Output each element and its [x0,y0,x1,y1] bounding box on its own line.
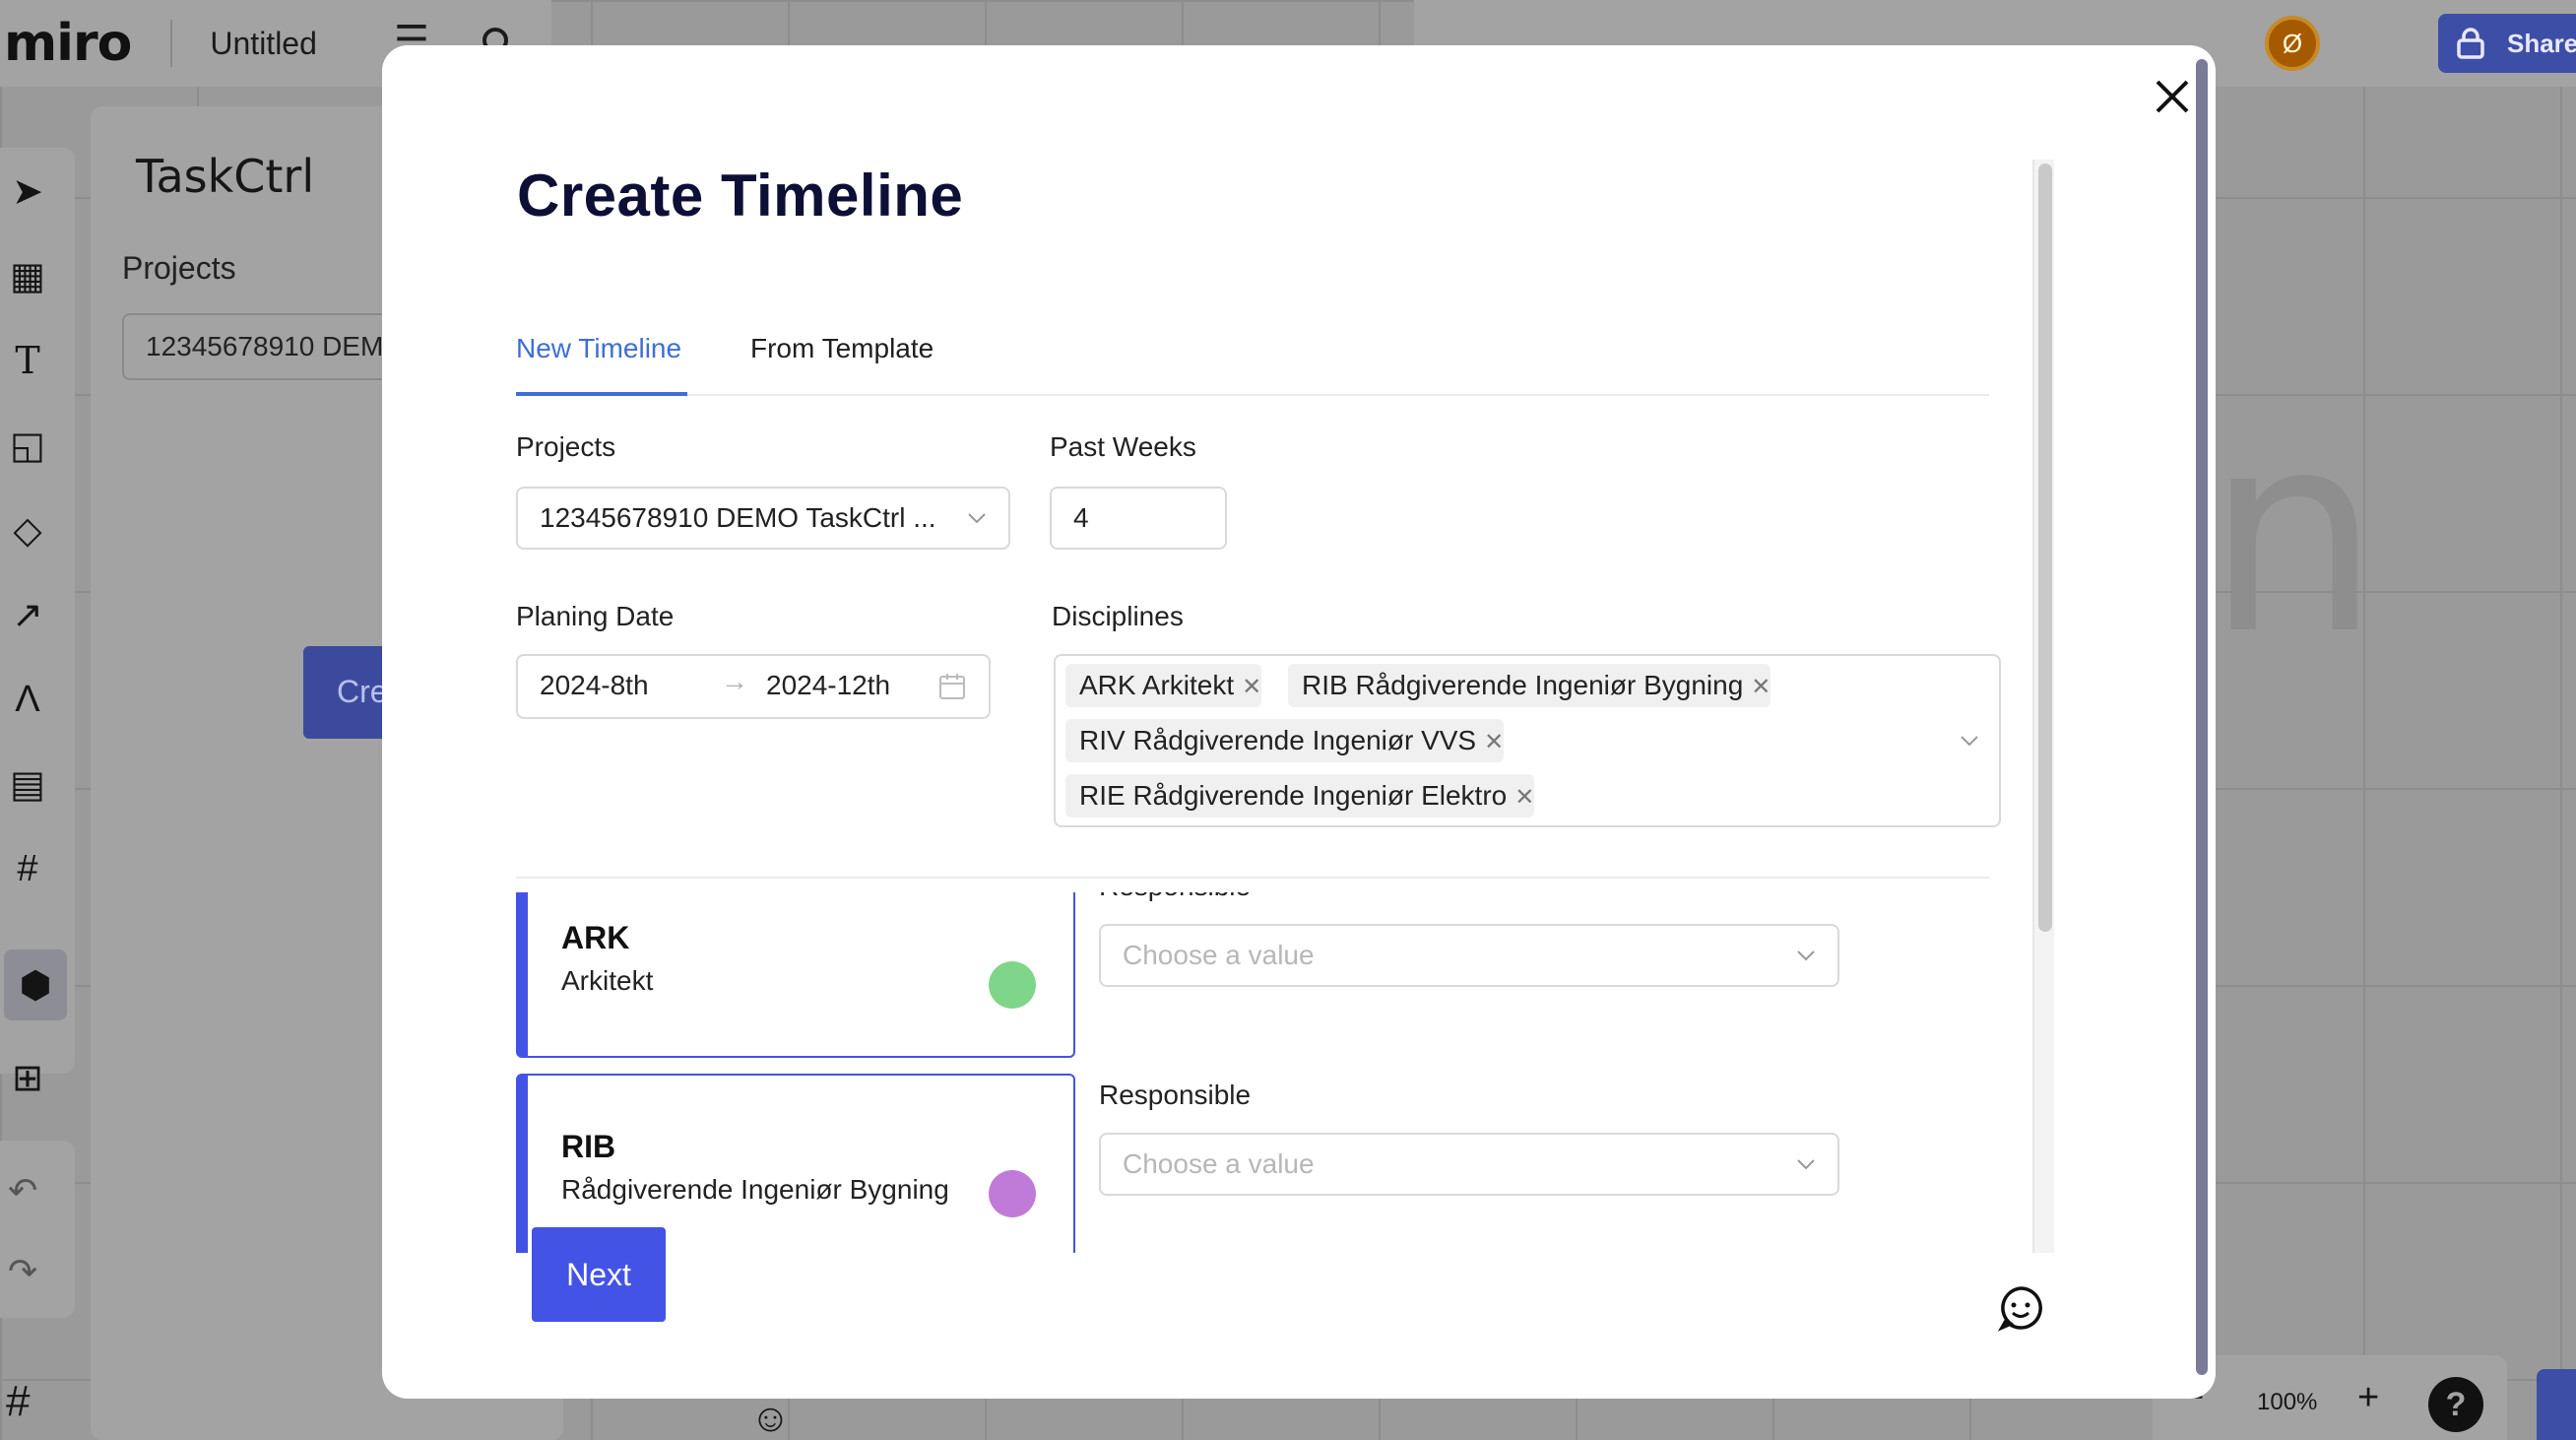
remove-tag-icon[interactable]: ✕ [1242,674,1261,700]
discipline-tag-label: RIV Rådgiverende Ingeniør VVS [1079,725,1477,755]
chevron-down-icon [1797,950,1815,961]
projects-label: Projects [516,431,616,462]
responsible-label: Responsible [1099,892,1251,902]
close-icon [2156,80,2189,113]
remove-tag-icon[interactable]: ✕ [1484,729,1504,755]
discipline-code: RIB [561,1129,616,1164]
chevron-down-icon [1961,736,1978,747]
planning-date-to[interactable]: 2024-12th [766,670,890,701]
frames-panel-icon[interactable]: # [0,1369,59,1440]
connector-icon[interactable]: ↗ [4,591,51,638]
feedback-smiley-icon[interactable] [1997,1284,2044,1332]
discipline-tag: RIV Rådgiverende Ingeniør VVS ✕ [1065,719,1505,762]
share-button[interactable]: Share [2438,14,2576,73]
planning-date-from[interactable]: 2024-8th [540,670,649,701]
lock-icon [2457,28,2484,59]
responsible-label: Responsible [1099,1080,1252,1110]
remove-tag-icon[interactable]: ✕ [1514,784,1534,811]
discipline-tag: RIE Rådgiverende Ingeniør Elektro ✕ [1065,774,1535,818]
frame-icon[interactable]: # [4,845,51,892]
next-button[interactable]: Next [532,1227,666,1322]
disciplines-multiselect[interactable]: ARK Arkitekt ✕ RIB Rådgiverende Ingeniør … [1054,654,2001,827]
board-title[interactable]: Untitled [210,26,317,62]
tab-from-template[interactable]: From Template [750,333,934,364]
help-button[interactable]: ? [2428,1377,2483,1432]
taskctrl-projects-label: Projects [122,250,236,286]
discipline-tag-label: RIB Rådgiverende Ingeniør Bygning [1302,670,1744,700]
avatar[interactable]: Ø [2265,16,2320,71]
discipline-name: Arkitekt [561,965,654,996]
select-tool-icon[interactable]: ➤ [4,167,51,215]
discipline-name: Rådgiverende Ingeniør Bygning [561,1174,949,1205]
undo-redo-panel: ↶ ↷ [0,1141,75,1318]
discipline-color-dot [989,961,1036,1009]
projects-select[interactable]: 12345678910 DEMO TaskCtrl ... [516,487,1010,550]
past-weeks-input[interactable]: 4 [1050,487,1227,550]
add-more-icon[interactable]: ⊞ [4,1054,51,1101]
section-divider [516,877,1989,879]
create-timeline-modal: Create Timeline New Timeline From Templa… [382,45,2216,1399]
shapes-icon[interactable]: ◇ [4,506,51,554]
tab-new-timeline[interactable]: New Timeline [516,333,681,364]
taskctrl-title: TaskCtrl [136,150,315,203]
planning-date-label: Planing Date [516,601,675,631]
left-toolbar: ➤ ▦ T ◱ ◇ ↗ Λ ▤ # ⬢ ⊞ [0,148,75,1099]
projects-select-value: 12345678910 DEMO TaskCtrl ... [540,502,936,533]
templates-icon[interactable]: ▦ [4,252,51,299]
past-weeks-label: Past Weeks [1050,431,1196,462]
redo-icon[interactable]: ↷ [8,1251,37,1292]
responsible-placeholder: Choose a value [1123,1148,1315,1179]
miro-logo: miro [4,14,132,73]
responsible-select[interactable]: Choose a value [1099,924,1839,987]
chat-smiley-icon[interactable]: ☺ [750,1397,791,1440]
pen-icon[interactable]: Λ [4,676,51,723]
comment-icon[interactable]: ▤ [4,760,51,808]
content-scrollbar[interactable] [2032,160,2054,1253]
remove-tag-icon[interactable]: ✕ [1751,674,1771,700]
active-tab-indicator [516,392,687,396]
apps-icon[interactable]: ⬢ [4,949,67,1020]
responsible-placeholder: Choose a value [1123,940,1315,970]
discipline-card[interactable]: RIB Rådgiverende Ingeniør Bygning [516,1074,1075,1253]
share-label: Share [2507,28,2576,58]
discipline-list: ARK Arkitekt Responsible Choose a value … [382,892,2032,1253]
tabs: New Timeline From Template [516,288,1989,396]
responsible-select[interactable]: Choose a value [1099,1133,1839,1196]
calendar-icon [939,674,965,699]
modal-outer-scrollbar[interactable] [2196,59,2208,1375]
content-scrollbar-thumb[interactable] [2038,164,2052,932]
sticky-note-icon[interactable]: ◱ [4,422,51,469]
text-tool-icon[interactable]: T [4,337,51,384]
planning-date-range[interactable]: 2024-8th → 2024-12th [516,654,991,719]
discipline-tag: ARK Arkitekt ✕ [1065,664,1262,707]
discipline-color-dot [989,1170,1036,1217]
divider [170,20,173,67]
zoom-in-icon[interactable]: + [2357,1377,2379,1419]
discipline-tag-label: ARK Arkitekt [1079,670,1235,700]
disciplines-label: Disciplines [1052,601,1184,631]
assistant-icon[interactable] [2537,1369,2576,1440]
modal-title: Create Timeline [517,163,964,229]
board-canvas-letter: n [2206,374,2381,695]
close-button[interactable] [2145,69,2200,124]
discipline-tag: RIB Rådgiverende Ingeniør Bygning ✕ [1288,664,1771,707]
chevron-down-icon [1797,1159,1815,1170]
undo-icon[interactable]: ↶ [8,1170,37,1211]
zoom-level[interactable]: 100% [2257,1389,2317,1416]
discipline-code: ARK [561,920,630,955]
range-arrow-icon: → [721,666,748,696]
discipline-card[interactable]: ARK Arkitekt [516,892,1075,1058]
discipline-tag-label: RIE Rådgiverende Ingeniør Elektro [1079,780,1508,811]
chevron-down-icon [968,513,986,524]
